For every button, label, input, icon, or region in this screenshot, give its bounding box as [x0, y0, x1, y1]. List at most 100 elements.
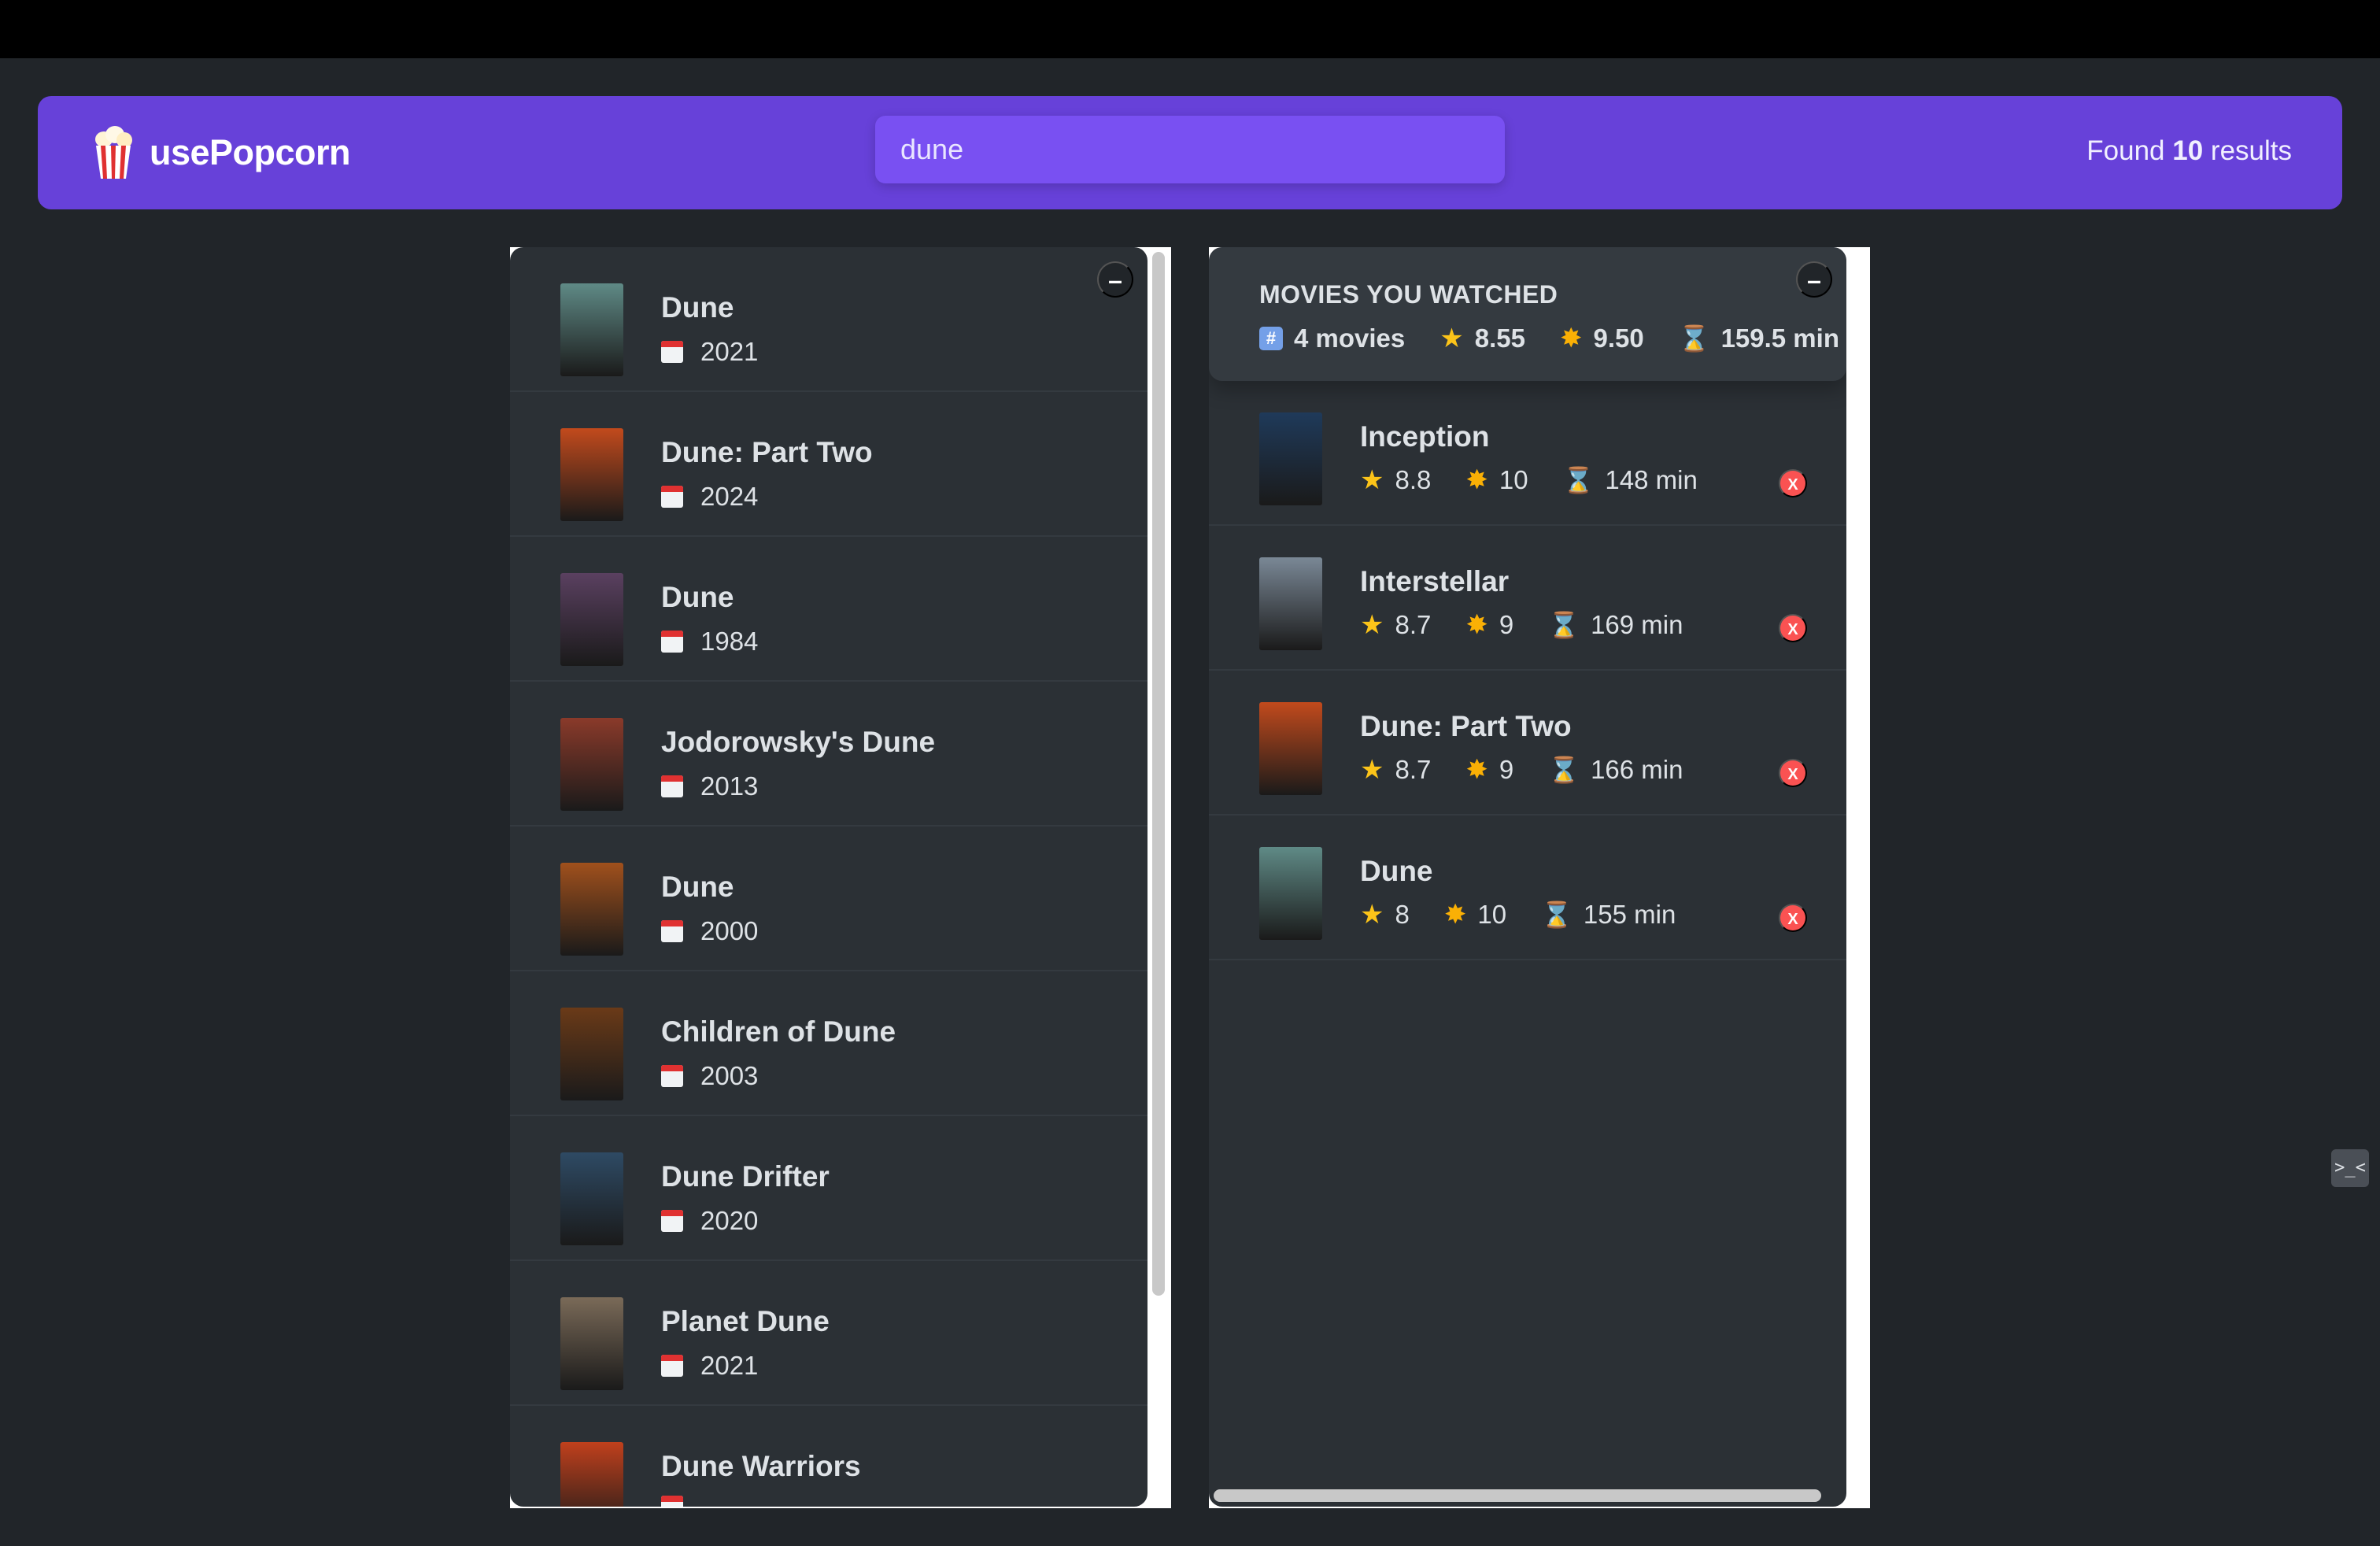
navbar: usePopcorn Found 10 results	[38, 96, 2342, 209]
movie-list-item[interactable]: Dune 1984	[510, 537, 1148, 682]
user-rating: ✸ 10	[1465, 465, 1528, 495]
movie-list: Dune 2021 Dune: Part Two 2024 Dune 1984 Jodoro…	[510, 247, 1148, 1507]
glowing-star-icon: ✸	[1465, 465, 1488, 495]
movie-year	[661, 1496, 700, 1507]
logo: usePopcorn	[91, 124, 351, 181]
movie-list-item[interactable]: Dune Warriors	[510, 1406, 1148, 1507]
collapse-toggle-button[interactable]: –	[1796, 261, 1832, 298]
delete-watched-button[interactable]: X	[1779, 469, 1807, 497]
movie-year: 2020	[661, 1206, 758, 1236]
movie-list-item[interactable]: Children of Dune 2003	[510, 971, 1148, 1116]
movie-poster	[1259, 557, 1322, 650]
popcorn-icon	[91, 125, 135, 180]
summary-avg-user: ✸ 9.50	[1559, 324, 1644, 353]
hash-icon: #	[1259, 327, 1283, 350]
summary-avg-runtime: ⌛ 159.5 min	[1678, 324, 1839, 353]
browser-top-bar	[0, 0, 2380, 58]
runtime: ⌛ 155 min	[1541, 900, 1676, 929]
watched-title: Inception	[1360, 420, 1490, 453]
imdb-rating: ★ 8.8	[1360, 465, 1432, 495]
watched-list: Inception ★ 8.8 ✸ 10 ⌛ 148 min X Interstellar ★ 8.…	[1209, 381, 1846, 960]
calendar-icon	[661, 1496, 683, 1507]
movie-title: Dune Warriors	[661, 1450, 861, 1482]
watched-list-item: Interstellar ★ 8.7 ✸ 9 ⌛ 169 min X	[1209, 526, 1846, 671]
hourglass-icon: ⌛	[1548, 756, 1580, 784]
summary-avg-imdb: ★ 8.55	[1439, 324, 1525, 353]
imdb-rating: ★ 8.7	[1360, 610, 1432, 640]
movie-poster	[560, 1008, 623, 1100]
runtime: ⌛ 148 min	[1562, 465, 1698, 494]
star-icon: ★	[1360, 610, 1384, 640]
star-icon: ★	[1360, 755, 1384, 785]
delete-watched-button[interactable]: X	[1779, 759, 1807, 787]
movie-list-box: – Dune 2021 Dune: Part Two 2024 Dune 1984 Jodo…	[510, 247, 1148, 1507]
delete-watched-button[interactable]: X	[1779, 614, 1807, 642]
user-rating: ✸ 9	[1465, 755, 1514, 785]
calendar-icon	[661, 920, 683, 942]
movie-list-item[interactable]: Dune 2021	[510, 247, 1148, 392]
movie-title: Dune: Part Two	[661, 436, 873, 468]
watched-list-item: Dune: Part Two ★ 8.7 ✸ 9 ⌛ 166 min X	[1209, 671, 1846, 816]
user-rating: ✸ 9	[1465, 610, 1514, 640]
hourglass-icon: ⌛	[1548, 611, 1580, 639]
movie-poster	[560, 573, 623, 666]
results-count: Found 10 results	[2086, 135, 2292, 166]
movie-title: Dune Drifter	[661, 1160, 830, 1193]
star-icon: ★	[1439, 324, 1464, 353]
imdb-rating: ★ 8	[1360, 900, 1410, 930]
delete-watched-button[interactable]: X	[1779, 904, 1807, 932]
calendar-icon	[661, 631, 683, 653]
movie-list-item[interactable]: Dune Drifter 2020	[510, 1116, 1148, 1261]
movie-year: 2021	[661, 1351, 758, 1381]
movie-list-scrollbar[interactable]	[1152, 252, 1165, 1296]
movie-title: Dune	[661, 581, 734, 613]
movie-list-item[interactable]: Planet Dune 2021	[510, 1261, 1148, 1406]
movie-list-item[interactable]: Dune: Part Two 2024	[510, 392, 1148, 537]
movie-year: 1984	[661, 627, 758, 656]
glowing-star-icon: ✸	[1465, 755, 1488, 785]
collapse-toggle-button[interactable]: –	[1097, 261, 1133, 298]
movie-title: Dune	[661, 871, 734, 903]
movie-list-item[interactable]: Jodorowsky's Dune 2013	[510, 682, 1148, 827]
movie-title: Dune	[661, 291, 734, 324]
glowing-star-icon: ✸	[1559, 324, 1583, 353]
movie-title: Jodorowsky's Dune	[661, 726, 936, 758]
watched-box: – Movies you watched #4 movies ★ 8.55 ✸ 9.…	[1209, 247, 1846, 1507]
movie-poster	[560, 1442, 623, 1507]
star-icon: ★	[1360, 465, 1384, 495]
watched-list-item: Dune ★ 8 ✸ 10 ⌛ 155 min X	[1209, 816, 1846, 960]
calendar-icon	[661, 1210, 683, 1232]
movie-year: 2024	[661, 482, 758, 512]
movie-poster	[1259, 702, 1322, 795]
calendar-icon	[661, 775, 683, 797]
movie-poster	[560, 283, 623, 376]
movie-poster	[1259, 412, 1322, 505]
calendar-icon	[661, 486, 683, 508]
calendar-icon	[661, 341, 683, 363]
hourglass-icon: ⌛	[1541, 901, 1572, 929]
movie-year: 2013	[661, 771, 758, 801]
movie-year: 2021	[661, 337, 758, 367]
movie-poster	[560, 718, 623, 811]
movie-list-item[interactable]: Dune 2000	[510, 827, 1148, 971]
movie-poster	[560, 1297, 623, 1390]
calendar-icon	[661, 1355, 683, 1377]
summary-heading: Movies you watched	[1259, 280, 1558, 309]
watched-title: Dune	[1360, 855, 1433, 887]
user-rating: ✸ 10	[1443, 900, 1507, 930]
devtools-extension-button[interactable]: >_<	[2331, 1149, 2369, 1187]
glowing-star-icon: ✸	[1443, 900, 1467, 930]
glowing-star-icon: ✸	[1465, 610, 1488, 640]
watched-summary: Movies you watched #4 movies ★ 8.55 ✸ 9.50…	[1209, 247, 1846, 381]
watched-title: Interstellar	[1360, 565, 1510, 597]
hourglass-icon: ⌛	[1678, 324, 1710, 353]
watched-title: Dune: Part Two	[1360, 710, 1572, 742]
watched-horizontal-scrollbar[interactable]	[1214, 1489, 1821, 1502]
movie-title: Children of Dune	[661, 1015, 896, 1048]
watched-list-item: Inception ★ 8.8 ✸ 10 ⌛ 148 min X	[1209, 381, 1846, 526]
search-input[interactable]	[875, 116, 1505, 183]
movie-poster	[560, 1152, 623, 1245]
movie-poster	[560, 428, 623, 521]
imdb-rating: ★ 8.7	[1360, 755, 1432, 785]
movie-poster	[560, 863, 623, 956]
